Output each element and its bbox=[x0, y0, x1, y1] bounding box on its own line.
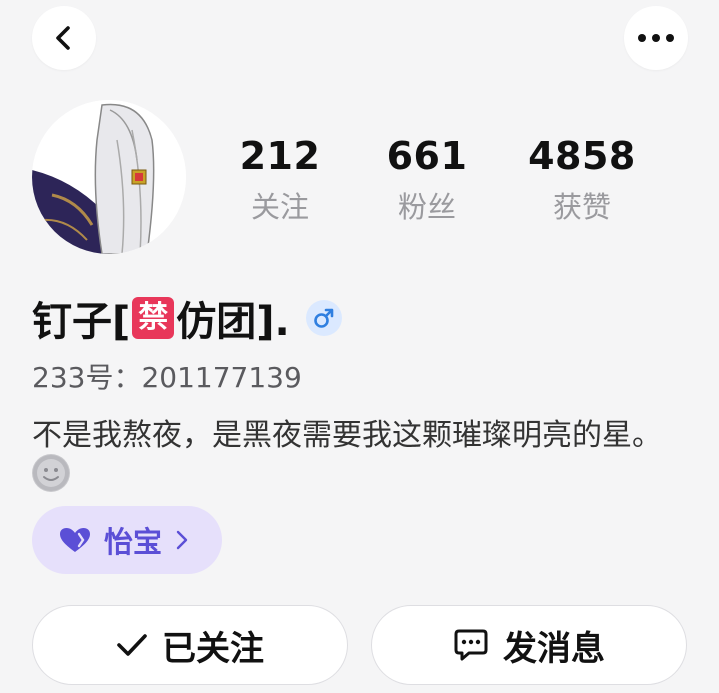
followed-button[interactable]: 已关注 bbox=[32, 605, 348, 685]
following-label: 关注 bbox=[250, 190, 309, 224]
back-button[interactable] bbox=[32, 6, 96, 70]
send-message-label: 发消息 bbox=[503, 628, 605, 669]
user-id: 233号：201177139 bbox=[32, 361, 302, 394]
heart-icon bbox=[60, 528, 90, 552]
more-options-button[interactable] bbox=[624, 6, 688, 70]
back-arrow-icon bbox=[56, 26, 70, 50]
stat-likes[interactable]: 4858 获赞 bbox=[502, 134, 662, 227]
followers-label: 粉丝 bbox=[397, 190, 456, 224]
followers-count: 661 bbox=[386, 134, 468, 178]
check-icon bbox=[117, 634, 147, 656]
followed-label: 已关注 bbox=[162, 628, 264, 669]
more-dots-icon bbox=[638, 34, 674, 42]
username-prefix: 钉子[ bbox=[32, 299, 131, 345]
username-suffix: 仿团]. bbox=[176, 299, 290, 345]
likes-count: 4858 bbox=[528, 134, 636, 178]
forbidden-emoji-badge: 禁 bbox=[132, 297, 175, 339]
avatar-image bbox=[32, 100, 186, 254]
stat-following[interactable]: 212 关注 bbox=[200, 134, 360, 227]
send-message-button[interactable]: 发消息 bbox=[371, 605, 687, 685]
fan-badge-label: 怡宝 bbox=[104, 525, 163, 559]
chevron-right-icon bbox=[176, 530, 188, 550]
stat-followers[interactable]: 661 粉丝 bbox=[347, 134, 507, 227]
avatar[interactable] bbox=[32, 100, 186, 254]
following-count: 212 bbox=[239, 134, 321, 178]
username: 钉子[ 禁 仿团]. bbox=[32, 290, 342, 346]
bio-text: 不是我熬夜，是黑夜需要我这颗璀璨明亮的星。 bbox=[32, 418, 662, 453]
fan-badge-button[interactable]: 怡宝 bbox=[32, 506, 222, 574]
smile-emoji-icon bbox=[32, 454, 70, 492]
male-gender-icon bbox=[305, 300, 342, 336]
likes-label: 获赞 bbox=[552, 190, 611, 224]
chat-bubble-icon bbox=[454, 629, 488, 661]
